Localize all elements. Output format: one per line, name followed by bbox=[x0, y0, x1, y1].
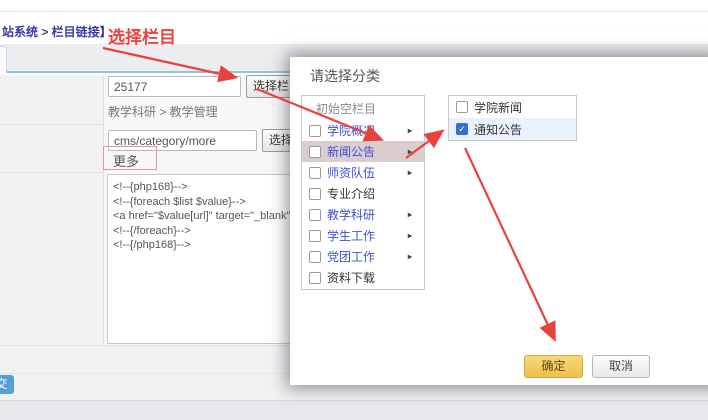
code-line: <!--{/foreach}--> bbox=[113, 224, 290, 239]
expand-arrow-icon: ▶ bbox=[408, 253, 413, 260]
category-item-label: 学院新闻 bbox=[474, 99, 522, 116]
checkbox[interactable] bbox=[309, 167, 321, 179]
category-item-label: 学院概况 bbox=[327, 122, 375, 139]
category-item[interactable]: 学院概况 ▶ bbox=[302, 120, 424, 141]
cancel-button[interactable]: 取消 bbox=[592, 355, 650, 378]
template-code-textarea[interactable]: <!--{php168}--><!--{foreach $list $value… bbox=[107, 174, 291, 344]
expand-arrow-icon: ▶ bbox=[408, 127, 413, 134]
screen: 站系统 > 栏目链接】 选择栏目 选择栏目 教学科研 > 教学管理 选择模板 更… bbox=[0, 0, 708, 420]
category-picker-dialog: 请选择分类 初始空栏目 学院概况▶新闻公告▶师资队伍▶专业介绍教学科研▶学生工作… bbox=[290, 57, 708, 385]
category-item-label: 教学科研 bbox=[327, 206, 375, 223]
checkbox[interactable] bbox=[309, 272, 321, 284]
category-item-label: 师资队伍 bbox=[327, 164, 375, 181]
category-item[interactable]: 教学科研 ▶ bbox=[302, 204, 424, 225]
checkbox[interactable] bbox=[309, 125, 321, 137]
code-line: <!--{foreach $list $value}--> bbox=[113, 195, 290, 210]
checkbox[interactable] bbox=[309, 230, 321, 242]
category-tree-items: 学院概况 ▶ 新闻公告 ▶ 师资队伍 ▶ 专业介绍教学科研 ▶ 学生工作 ▶ 党团工作 ▶ 资料下载 bbox=[302, 120, 424, 288]
checkbox-checked[interactable]: ✓ bbox=[456, 123, 468, 135]
category-item[interactable]: 新闻公告 ▶ bbox=[302, 141, 424, 162]
checkbox[interactable] bbox=[309, 209, 321, 221]
code-line: <a href="$value[url]" target="_blank">MO… bbox=[113, 209, 290, 224]
more-link[interactable]: 更多 bbox=[113, 151, 139, 170]
category-item[interactable]: 党团工作 ▶ bbox=[302, 246, 424, 267]
code-line: <!--{/php168}--> bbox=[113, 238, 290, 253]
row-divider bbox=[0, 124, 104, 125]
subcategory-panel: 学院新闻 ✓ 通知公告 bbox=[448, 95, 577, 141]
checkbox[interactable] bbox=[309, 188, 321, 200]
category-item[interactable]: 学院新闻 bbox=[449, 96, 576, 118]
top-strip bbox=[0, 0, 708, 12]
breadcrumb[interactable]: 站系统 > 栏目链接】 bbox=[2, 23, 112, 40]
footer-band bbox=[0, 400, 708, 420]
form-label-column bbox=[0, 75, 104, 345]
category-id-input[interactable] bbox=[108, 76, 241, 97]
breadcrumb-row: 站系统 > 栏目链接】 bbox=[0, 13, 708, 44]
checkbox[interactable] bbox=[456, 101, 468, 113]
category-tree-panel: 初始空栏目 学院概况 ▶ 新闻公告 ▶ 师资队伍 ▶ 专业介绍教学科研 ▶ 学生工作 ▶ 党团工作 ▶… bbox=[301, 95, 425, 290]
expand-arrow-icon: ▶ bbox=[408, 211, 413, 218]
tab-fragment[interactable] bbox=[0, 46, 7, 73]
category-item-label: 专业介绍 bbox=[327, 185, 375, 202]
code-line: <!--{php168}--> bbox=[113, 180, 290, 195]
expand-arrow-icon: ▶ bbox=[408, 148, 413, 155]
category-item[interactable]: 师资队伍 ▶ bbox=[302, 162, 424, 183]
checkbox[interactable] bbox=[309, 251, 321, 263]
annotation-select-category-label: 选择栏目 bbox=[108, 23, 176, 48]
annotation-more-box: 更多 bbox=[103, 146, 157, 170]
category-item-label: 党团工作 bbox=[327, 248, 375, 265]
dialog-title: 请选择分类 bbox=[310, 66, 380, 86]
ok-button[interactable]: 确定 bbox=[524, 355, 583, 378]
submit-button[interactable]: 提交 bbox=[0, 375, 14, 394]
category-item-label: 通知公告 bbox=[474, 121, 522, 138]
row-divider bbox=[0, 172, 104, 173]
category-path-text: 教学科研 > 教学管理 bbox=[108, 103, 218, 120]
expand-arrow-icon: ▶ bbox=[408, 232, 413, 239]
category-item[interactable]: 专业介绍 bbox=[302, 183, 424, 204]
category-item-label: 新闻公告 bbox=[327, 143, 375, 160]
expand-arrow-icon: ▶ bbox=[408, 169, 413, 176]
category-tree-header: 初始空栏目 bbox=[302, 96, 424, 120]
category-item[interactable]: 学生工作 ▶ bbox=[302, 225, 424, 246]
category-item[interactable]: ✓ 通知公告 bbox=[449, 118, 576, 140]
category-item-label: 学生工作 bbox=[327, 227, 375, 244]
category-item-label: 资料下载 bbox=[327, 269, 375, 286]
checkbox[interactable] bbox=[309, 146, 321, 158]
category-item[interactable]: 资料下载 bbox=[302, 267, 424, 288]
